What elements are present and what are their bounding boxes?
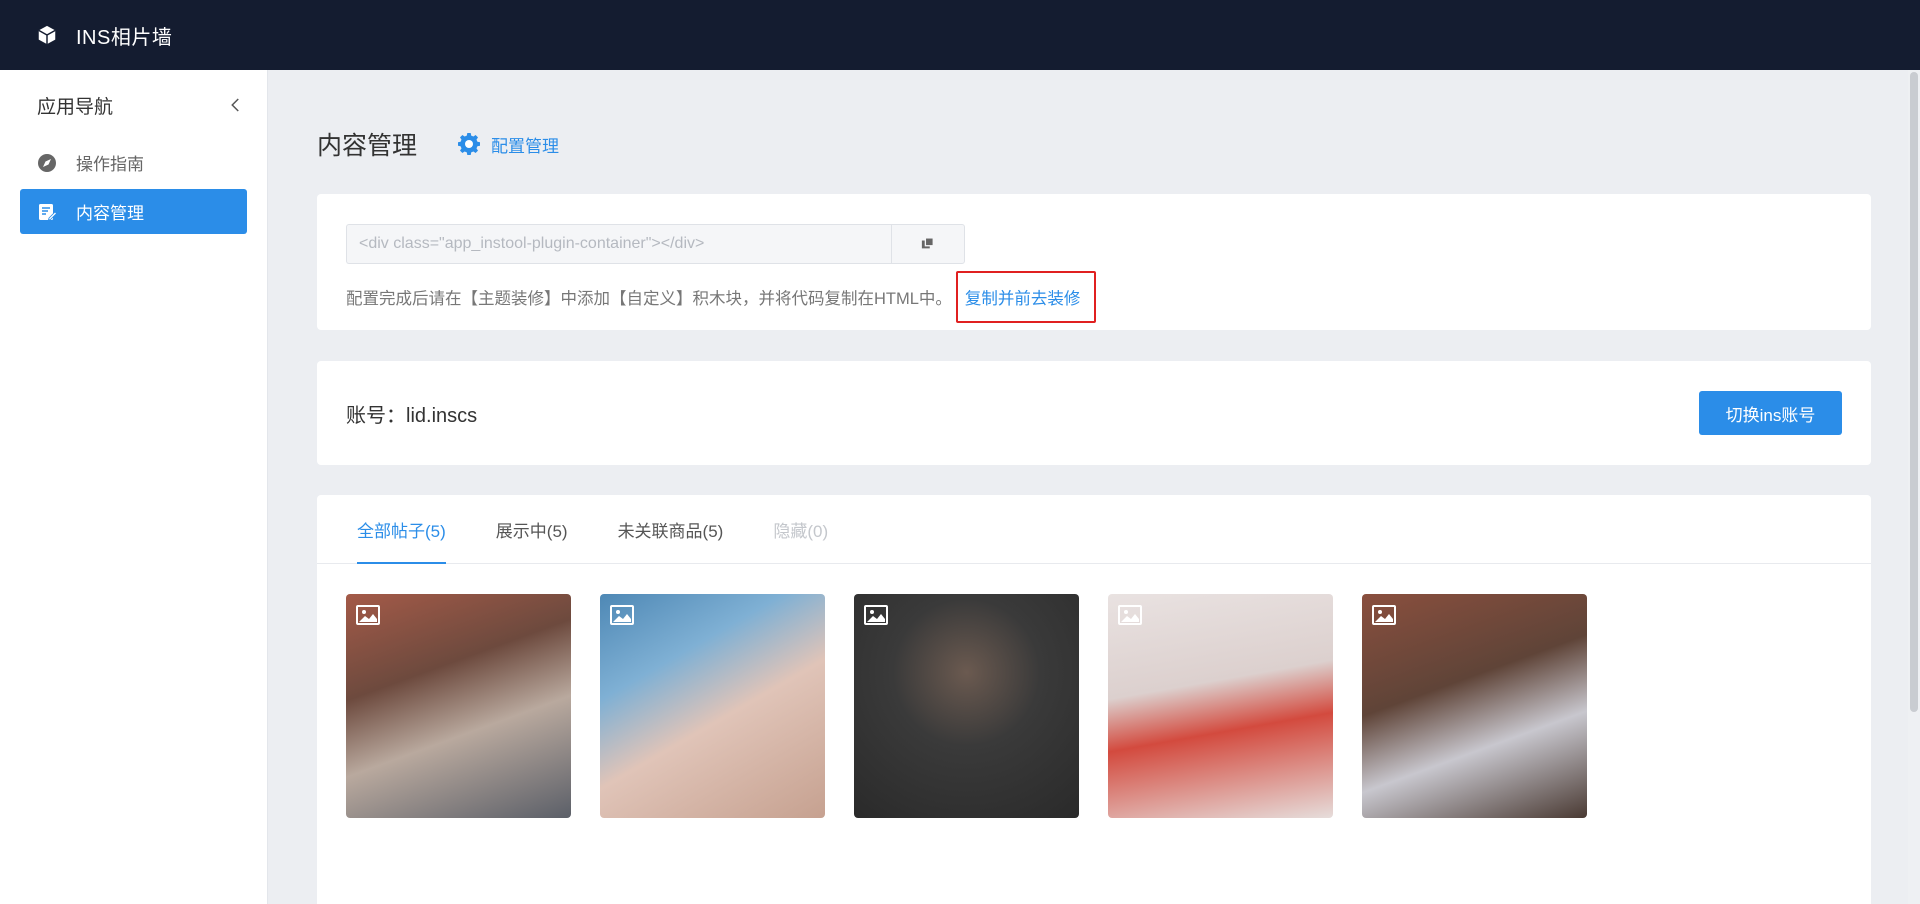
post-thumbnail[interactable] (346, 594, 571, 818)
post-tabs: 全部帖子(5) 展示中(5) 未关联商品(5) 隐藏(0) (317, 495, 1871, 564)
image-icon (1372, 605, 1396, 625)
highlight-box: 复制并前去装修 (955, 271, 1097, 323)
account-card: 账号：lid.inscs 切换ins账号 (317, 361, 1871, 465)
gear-icon (457, 132, 481, 156)
sidebar: 应用导航 操作指南 内容管理 (0, 70, 268, 904)
post-thumbnail[interactable] (600, 594, 825, 818)
config-link-label: 配置管理 (491, 136, 560, 156)
post-thumbnail[interactable] (1362, 594, 1587, 818)
edit-document-icon (37, 202, 57, 222)
posts-card: 全部帖子(5) 展示中(5) 未关联商品(5) 隐藏(0) (317, 495, 1871, 904)
code-row (346, 224, 965, 264)
sidebar-item-label: 内容管理 (76, 204, 144, 223)
image-icon (864, 605, 888, 625)
page-header: 内容管理 配置管理 (317, 126, 559, 162)
post-grid (346, 594, 1616, 818)
post-thumbnail[interactable] (854, 594, 1079, 818)
tab-hidden[interactable]: 隐藏(0) (773, 495, 828, 563)
copy-icon (921, 237, 934, 249)
config-management-link[interactable]: 配置管理 (457, 132, 559, 157)
copy-and-decorate-link[interactable]: 复制并前去装修 (965, 290, 1081, 308)
app-title: INS相片墙 (76, 26, 173, 49)
switch-account-button[interactable]: 切换ins账号 (1699, 391, 1842, 435)
tab-showing[interactable]: 展示中(5) (496, 495, 568, 563)
hint-row: 配置完成后请在【主题装修】中添加【自定义】积木块，并将代码复制在HTML中。 复… (346, 271, 1097, 323)
account-label: 账号：lid.inscs (346, 404, 478, 427)
image-icon (356, 605, 380, 625)
cube-icon (36, 24, 58, 46)
compass-icon (37, 153, 57, 173)
scrollbar-thumb[interactable] (1910, 72, 1918, 712)
sidebar-header: 应用导航 (0, 70, 267, 140)
image-icon (610, 605, 634, 625)
sidebar-title: 应用导航 (37, 96, 114, 118)
image-icon (1118, 605, 1142, 625)
sidebar-item-content[interactable]: 内容管理 (20, 189, 247, 234)
chevron-left-icon[interactable] (225, 94, 247, 116)
copy-button[interactable] (891, 224, 965, 264)
post-thumbnail[interactable] (1108, 594, 1333, 818)
embed-code-card: 配置完成后请在【主题装修】中添加【自定义】积木块，并将代码复制在HTML中。 复… (317, 194, 1871, 330)
main-content: 内容管理 配置管理 配置完成后请在【主题装修】中添加【自定义】积木块，并将代码复… (268, 70, 1920, 904)
tab-unlinked-products[interactable]: 未关联商品(5) (618, 495, 724, 563)
sidebar-item-guide[interactable]: 操作指南 (20, 140, 247, 185)
sidebar-item-label: 操作指南 (76, 155, 144, 174)
tab-all-posts[interactable]: 全部帖子(5) (357, 495, 446, 564)
top-bar: INS相片墙 (0, 0, 1920, 70)
embed-hint-text: 配置完成后请在【主题装修】中添加【自定义】积木块，并将代码复制在HTML中。 (346, 290, 952, 308)
embed-code-input[interactable] (346, 224, 891, 264)
page-title: 内容管理 (317, 132, 418, 160)
